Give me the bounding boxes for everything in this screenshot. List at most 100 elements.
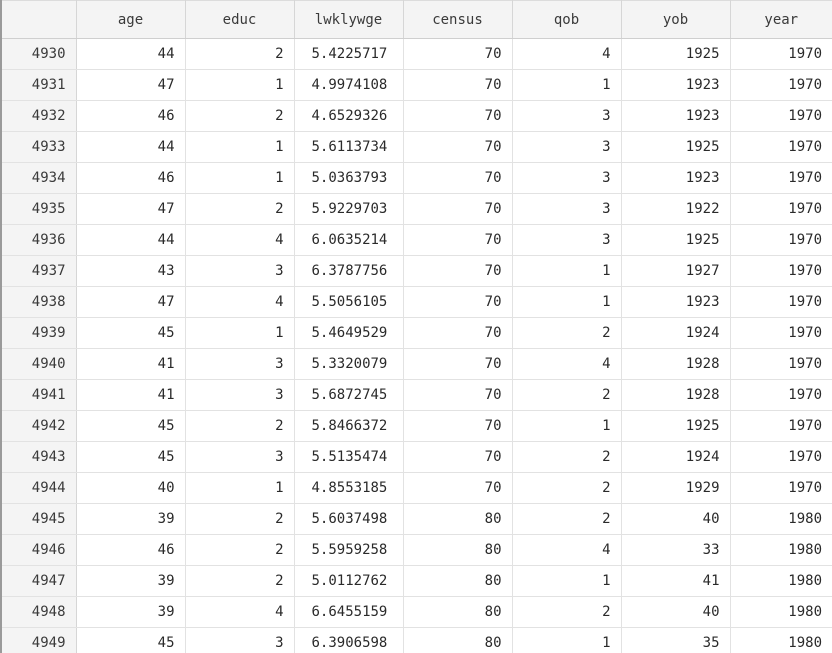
cell-age[interactable]: 46	[76, 534, 186, 566]
cell-educ[interactable]: 3	[185, 379, 295, 411]
cell-census[interactable]: 80	[403, 565, 513, 597]
cell-year[interactable]: 1980	[730, 503, 832, 535]
cell-qob[interactable]: 1	[512, 69, 622, 101]
cell-census[interactable]: 80	[403, 627, 513, 653]
cell-educ[interactable]: 1	[185, 317, 295, 349]
cell-qob[interactable]: 1	[512, 410, 622, 442]
row-number[interactable]: 4931	[2, 69, 77, 101]
cell-age[interactable]: 45	[76, 410, 186, 442]
cell-educ[interactable]: 2	[185, 100, 295, 132]
cell-age[interactable]: 40	[76, 472, 186, 504]
cell-lwklywge[interactable]: 5.5135474	[294, 441, 404, 473]
cell-yob[interactable]: 1924	[621, 441, 731, 473]
row-number[interactable]: 4949	[2, 627, 77, 653]
cell-census[interactable]: 70	[403, 162, 513, 194]
cell-yob[interactable]: 1923	[621, 100, 731, 132]
cell-age[interactable]: 44	[76, 38, 186, 70]
row-number[interactable]: 4944	[2, 472, 77, 504]
table-row[interactable]: 4936 44 4 6.0635214 70 3 1925 1970	[2, 224, 832, 256]
table-row[interactable]: 4948 39 4 6.6455159 80 2 40 1980	[2, 596, 832, 628]
column-header-educ[interactable]: educ	[185, 0, 295, 39]
cell-census[interactable]: 70	[403, 224, 513, 256]
cell-qob[interactable]: 4	[512, 38, 622, 70]
cell-lwklywge[interactable]: 6.0635214	[294, 224, 404, 256]
cell-educ[interactable]: 2	[185, 503, 295, 535]
table-row[interactable]: 4947 39 2 5.0112762 80 1 41 1980	[2, 565, 832, 597]
table-row[interactable]: 4939 45 1 5.4649529 70 2 1924 1970	[2, 317, 832, 349]
cell-census[interactable]: 70	[403, 286, 513, 318]
cell-educ[interactable]: 2	[185, 38, 295, 70]
cell-yob[interactable]: 1928	[621, 348, 731, 380]
cell-educ[interactable]: 1	[185, 69, 295, 101]
cell-year[interactable]: 1980	[730, 627, 832, 653]
cell-yob[interactable]: 1922	[621, 193, 731, 225]
row-number[interactable]: 4941	[2, 379, 77, 411]
table-row[interactable]: 4931 47 1 4.9974108 70 1 1923 1970	[2, 69, 832, 101]
cell-age[interactable]: 39	[76, 596, 186, 628]
table-row[interactable]: 4949 45 3 6.3906598 80 1 35 1980	[2, 627, 832, 653]
column-header-year[interactable]: year	[730, 0, 832, 39]
cell-yob[interactable]: 1925	[621, 410, 731, 442]
cell-age[interactable]: 44	[76, 131, 186, 163]
cell-yob[interactable]: 1928	[621, 379, 731, 411]
cell-age[interactable]: 46	[76, 100, 186, 132]
row-number[interactable]: 4936	[2, 224, 77, 256]
cell-lwklywge[interactable]: 5.3320079	[294, 348, 404, 380]
cell-yob[interactable]: 41	[621, 565, 731, 597]
cell-educ[interactable]: 4	[185, 596, 295, 628]
cell-educ[interactable]: 1	[185, 131, 295, 163]
cell-educ[interactable]: 2	[185, 534, 295, 566]
cell-year[interactable]: 1970	[730, 69, 832, 101]
data-browser-grid[interactable]: age educ lwklywge census qob yob year 49…	[0, 0, 832, 653]
cell-lwklywge[interactable]: 4.9974108	[294, 69, 404, 101]
cell-qob[interactable]: 1	[512, 255, 622, 287]
cell-year[interactable]: 1970	[730, 100, 832, 132]
cell-yob[interactable]: 35	[621, 627, 731, 653]
cell-educ[interactable]: 2	[185, 410, 295, 442]
cell-census[interactable]: 70	[403, 348, 513, 380]
column-header-yob[interactable]: yob	[621, 0, 731, 39]
table-row[interactable]: 4944 40 1 4.8553185 70 2 1929 1970	[2, 472, 832, 504]
cell-qob[interactable]: 2	[512, 596, 622, 628]
cell-lwklywge[interactable]: 4.6529326	[294, 100, 404, 132]
cell-year[interactable]: 1970	[730, 410, 832, 442]
cell-census[interactable]: 70	[403, 410, 513, 442]
cell-lwklywge[interactable]: 5.0363793	[294, 162, 404, 194]
cell-age[interactable]: 39	[76, 503, 186, 535]
cell-lwklywge[interactable]: 5.6113734	[294, 131, 404, 163]
row-number[interactable]: 4945	[2, 503, 77, 535]
cell-yob[interactable]: 1929	[621, 472, 731, 504]
cell-qob[interactable]: 1	[512, 286, 622, 318]
cell-year[interactable]: 1970	[730, 286, 832, 318]
cell-year[interactable]: 1980	[730, 534, 832, 566]
table-row[interactable]: 4938 47 4 5.5056105 70 1 1923 1970	[2, 286, 832, 318]
table-row[interactable]: 4940 41 3 5.3320079 70 4 1928 1970	[2, 348, 832, 380]
cell-qob[interactable]: 2	[512, 379, 622, 411]
cell-census[interactable]: 70	[403, 317, 513, 349]
table-row[interactable]: 4933 44 1 5.6113734 70 3 1925 1970	[2, 131, 832, 163]
cell-yob[interactable]: 33	[621, 534, 731, 566]
cell-lwklywge[interactable]: 5.5056105	[294, 286, 404, 318]
column-header-qob[interactable]: qob	[512, 0, 622, 39]
cell-age[interactable]: 46	[76, 162, 186, 194]
row-number[interactable]: 4940	[2, 348, 77, 380]
table-row[interactable]: 4943 45 3 5.5135474 70 2 1924 1970	[2, 441, 832, 473]
cell-age[interactable]: 47	[76, 193, 186, 225]
cell-age[interactable]: 47	[76, 69, 186, 101]
cell-qob[interactable]: 2	[512, 441, 622, 473]
cell-educ[interactable]: 3	[185, 255, 295, 287]
row-number[interactable]: 4932	[2, 100, 77, 132]
cell-qob[interactable]: 2	[512, 503, 622, 535]
row-number[interactable]: 4946	[2, 534, 77, 566]
table-row[interactable]: 4935 47 2 5.9229703 70 3 1922 1970	[2, 193, 832, 225]
cell-lwklywge[interactable]: 5.0112762	[294, 565, 404, 597]
row-number[interactable]: 4942	[2, 410, 77, 442]
column-header-age[interactable]: age	[76, 0, 186, 39]
cell-census[interactable]: 80	[403, 534, 513, 566]
cell-lwklywge[interactable]: 5.8466372	[294, 410, 404, 442]
cell-census[interactable]: 70	[403, 193, 513, 225]
cell-educ[interactable]: 1	[185, 472, 295, 504]
column-header-lwklywge[interactable]: lwklywge	[294, 0, 404, 39]
cell-educ[interactable]: 1	[185, 162, 295, 194]
cell-age[interactable]: 39	[76, 565, 186, 597]
